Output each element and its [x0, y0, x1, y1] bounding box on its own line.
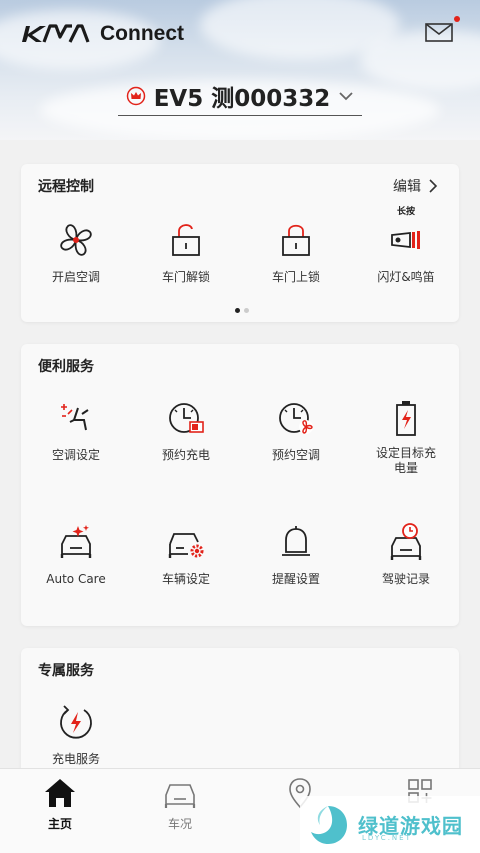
battery-target-icon	[396, 401, 416, 436]
watermark-subtext: LDYC.NET	[362, 834, 412, 842]
chevron-down-icon	[339, 91, 353, 100]
remote-item-label: 开启空调	[51, 270, 100, 284]
driving-record-button[interactable]: 驾驶记录	[351, 522, 461, 587]
convenience-item-label: 空调设定	[51, 448, 100, 462]
remote-item-label: 闪灯&鸣笛	[377, 270, 435, 284]
page-indicator	[233, 308, 251, 313]
vehicle-selector[interactable]: EV5 测000332	[118, 76, 362, 116]
convenience-item-label: 驾驶记录	[381, 572, 430, 586]
convenience-item-label: Auto Care	[46, 572, 106, 586]
auto-care-button[interactable]: Auto Care	[21, 522, 131, 587]
vehicle-settings-button[interactable]: 车辆设定	[131, 522, 241, 587]
brand-name: Connect	[100, 22, 184, 45]
convenience-item-label: 设定目标充电量	[375, 446, 436, 475]
remote-lock-button[interactable]: 车门上锁	[241, 220, 351, 285]
remote-unlock-button[interactable]: 车门解锁	[131, 220, 241, 285]
remote-ac-button[interactable]: 开启空调	[21, 220, 131, 285]
tab-label: 主页	[47, 817, 72, 831]
page-dot-active	[235, 308, 240, 313]
tab-vehicle-status[interactable]: 车况	[140, 777, 220, 832]
convenience-item-label: 车辆设定	[161, 572, 210, 586]
schedule-charge-icon	[169, 403, 204, 433]
edit-button[interactable]: 编辑	[393, 176, 439, 196]
exclusive-card: 专属服务 充电服务	[21, 648, 459, 788]
schedule-charge-button[interactable]: 预约充电	[131, 398, 241, 463]
convenience-item-label: 预约充电	[161, 448, 210, 462]
tab-home[interactable]: 主页	[20, 777, 100, 832]
kia-logo	[22, 24, 90, 43]
lock-icon	[282, 224, 310, 256]
watermark: 绿道游戏园 LDYC.NET	[300, 796, 480, 853]
convenience-card: 便利服务 空调设定 预约充电 预约空调 设定目标充电量 Auto Care 车辆…	[21, 344, 459, 626]
convenience-item-label: 提醒设置	[271, 572, 320, 586]
tab-label: 车况	[167, 817, 192, 831]
charging-service-button[interactable]: 充电服务	[21, 702, 131, 767]
home-icon	[45, 779, 75, 807]
target-charge-button[interactable]: 设定目标充电量	[351, 398, 461, 476]
exclusive-item-label: 充电服务	[51, 752, 100, 766]
unlock-icon	[172, 224, 200, 256]
bell-icon	[282, 526, 310, 556]
convenience-title: 便利服务	[38, 359, 94, 375]
long-press-hint: 长按	[396, 207, 415, 217]
remote-horn-button[interactable]: 长按 闪灯&鸣笛	[351, 207, 461, 285]
mail-icon[interactable]	[424, 20, 454, 44]
watermark-logo-icon	[311, 805, 347, 844]
convenience-item-label: 预约空调	[271, 448, 320, 462]
page-dot	[244, 308, 249, 313]
remote-control-title: 远程控制	[38, 179, 94, 195]
remote-item-label: 车门解锁	[161, 270, 210, 284]
car-status-icon	[164, 784, 196, 808]
auto-care-icon	[60, 525, 92, 558]
climate-setting-button[interactable]: 空调设定	[21, 398, 131, 463]
notification-dot	[454, 16, 460, 22]
exclusive-title: 专属服务	[38, 663, 94, 679]
schedule-climate-button[interactable]: 预约空调	[241, 398, 351, 463]
app-header: Connect EV5 测000332	[0, 0, 480, 140]
crown-badge-icon	[126, 86, 145, 105]
horn-icon	[391, 231, 420, 249]
driving-record-icon	[390, 523, 422, 560]
edit-label: 编辑	[393, 179, 421, 195]
chevron-right-icon	[429, 179, 438, 193]
seat-climate-icon	[61, 404, 89, 431]
vehicle-name: EV5 测000332	[153, 85, 331, 112]
fan-icon	[60, 224, 92, 256]
remote-control-card: 远程控制 编辑 开启空调 车门解锁 车门上锁 长按 闪灯&鸣笛	[21, 164, 459, 322]
car-settings-icon	[168, 533, 204, 558]
charging-plug-icon	[60, 705, 92, 739]
schedule-climate-icon	[279, 403, 313, 434]
reminder-settings-button[interactable]: 提醒设置	[241, 522, 351, 587]
remote-item-label: 车门上锁	[271, 270, 320, 284]
brand-logo: Connect	[20, 22, 184, 46]
